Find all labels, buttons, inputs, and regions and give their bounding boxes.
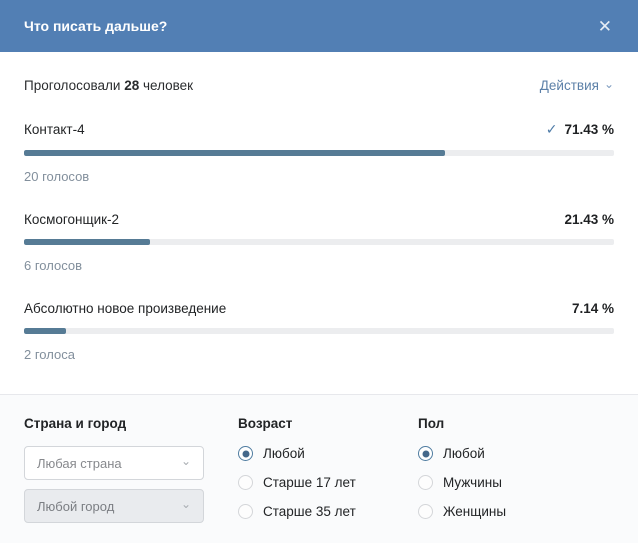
gender-option-male[interactable]: Мужчины bbox=[418, 475, 614, 490]
country-select-value: Любая страна bbox=[37, 456, 122, 471]
actions-label: Действия bbox=[540, 78, 599, 93]
vote-summary: Проголосовали 28 человек bbox=[24, 78, 193, 93]
poll-option-percent: 21.43 % bbox=[564, 212, 614, 227]
gender-option-any[interactable]: Любой bbox=[418, 446, 614, 461]
radio-label: Старше 17 лет bbox=[263, 475, 356, 490]
filters-panel: Страна и город Любая страна ⌄ Любой горо… bbox=[0, 394, 638, 543]
age-option-any[interactable]: Любой bbox=[238, 446, 418, 461]
filter-location-title: Страна и город bbox=[24, 416, 238, 431]
radio-label: Женщины bbox=[443, 504, 506, 519]
radio-icon[interactable] bbox=[238, 475, 253, 490]
city-select-value: Любой город bbox=[37, 499, 114, 514]
poll-option-votes[interactable]: 6 голосов bbox=[24, 258, 614, 273]
radio-label: Старше 35 лет bbox=[263, 504, 356, 519]
progress-bar bbox=[24, 150, 614, 156]
actions-dropdown[interactable]: Действия ⌄ bbox=[540, 78, 614, 93]
poll-results-modal: Что писать дальше? ✕ Проголосовали 28 че… bbox=[0, 0, 638, 543]
vote-count: 28 bbox=[124, 78, 139, 93]
gender-option-female[interactable]: Женщины bbox=[418, 504, 614, 519]
poll-option: Контакт-4 ✓ 71.43 % 20 голосов bbox=[24, 121, 614, 184]
city-select[interactable]: Любой город ⌄ bbox=[24, 489, 204, 523]
chevron-down-icon: ⌄ bbox=[604, 77, 614, 91]
poll-option-result: 21.43 % bbox=[564, 212, 614, 227]
progress-bar bbox=[24, 239, 614, 245]
voted-check-icon: ✓ bbox=[546, 121, 558, 138]
filter-age-title: Возраст bbox=[238, 416, 418, 431]
filter-gender-title: Пол bbox=[418, 416, 614, 431]
radio-label: Любой bbox=[263, 446, 305, 461]
poll-option-row: Абсолютно новое произведение 7.14 % bbox=[24, 301, 614, 316]
poll-option-result: ✓ 71.43 % bbox=[546, 121, 614, 138]
progress-bar bbox=[24, 328, 614, 334]
poll-option-label: Контакт-4 bbox=[24, 122, 85, 137]
poll-option: Абсолютно новое произведение 7.14 % 2 го… bbox=[24, 301, 614, 362]
chevron-down-icon: ⌄ bbox=[181, 454, 191, 468]
poll-option-result: 7.14 % bbox=[572, 301, 614, 316]
filter-age-column: Возраст Любой Старше 17 лет Старше 35 ле… bbox=[238, 416, 418, 543]
close-icon[interactable]: ✕ bbox=[596, 14, 614, 39]
poll-option-percent: 71.43 % bbox=[564, 122, 614, 137]
radio-label: Любой bbox=[443, 446, 485, 461]
poll-option-row: Контакт-4 ✓ 71.43 % bbox=[24, 121, 614, 138]
country-select[interactable]: Любая страна ⌄ bbox=[24, 446, 204, 480]
poll-option-label: Космогонщик-2 bbox=[24, 212, 119, 227]
age-option-35plus[interactable]: Старше 35 лет bbox=[238, 504, 418, 519]
chevron-down-icon: ⌄ bbox=[181, 497, 191, 511]
radio-icon[interactable] bbox=[238, 504, 253, 519]
filter-gender-column: Пол Любой Мужчины Женщины bbox=[418, 416, 614, 543]
radio-icon[interactable] bbox=[238, 446, 253, 461]
radio-icon[interactable] bbox=[418, 475, 433, 490]
modal-title: Что писать дальше? bbox=[24, 18, 167, 34]
radio-icon[interactable] bbox=[418, 504, 433, 519]
vote-summary-suffix: человек bbox=[143, 78, 193, 93]
poll-option-row: Космогонщик-2 21.43 % bbox=[24, 212, 614, 227]
vote-summary-row: Проголосовали 28 человек Действия ⌄ bbox=[0, 52, 638, 93]
poll-options-list: Контакт-4 ✓ 71.43 % 20 голосов Космогонщ… bbox=[0, 121, 638, 362]
radio-icon[interactable] bbox=[418, 446, 433, 461]
poll-option-percent: 7.14 % bbox=[572, 301, 614, 316]
poll-option-votes[interactable]: 20 голосов bbox=[24, 169, 614, 184]
progress-fill bbox=[24, 150, 445, 156]
poll-option-votes[interactable]: 2 голоса bbox=[24, 347, 614, 362]
progress-fill bbox=[24, 328, 66, 334]
radio-label: Мужчины bbox=[443, 475, 502, 490]
modal-header: Что писать дальше? ✕ bbox=[0, 0, 638, 52]
filter-location-column: Страна и город Любая страна ⌄ Любой горо… bbox=[24, 416, 238, 543]
age-option-17plus[interactable]: Старше 17 лет bbox=[238, 475, 418, 490]
poll-option-label: Абсолютно новое произведение bbox=[24, 301, 226, 316]
poll-option: Космогонщик-2 21.43 % 6 голосов bbox=[24, 212, 614, 273]
progress-fill bbox=[24, 239, 150, 245]
vote-summary-prefix: Проголосовали bbox=[24, 78, 120, 93]
